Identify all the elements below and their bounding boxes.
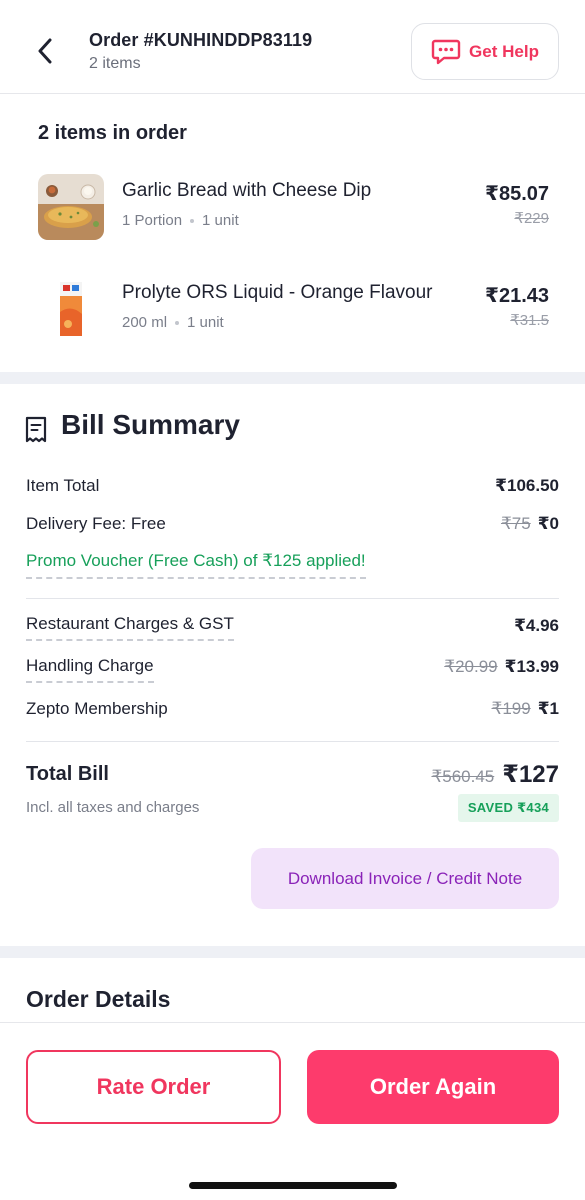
separator-dot (175, 321, 180, 326)
delivery-fee-value: ₹75 ₹0 (501, 514, 559, 534)
total-bill-original: ₹560.45 (431, 767, 495, 786)
item-name: Prolyte ORS Liquid - Orange Flavour (122, 282, 433, 303)
item-price: ₹85.07 (485, 183, 549, 205)
handling-charge-final: ₹13.99 (504, 657, 559, 676)
bottom-action-bar: Rate Order Order Again (0, 1022, 585, 1200)
item-total-value: ₹106.50 (495, 476, 559, 495)
item-mrp: ₹31.5 (510, 312, 549, 329)
total-bill-label: Total Bill (26, 763, 109, 785)
item-price: ₹21.43 (485, 285, 549, 307)
section-divider (0, 372, 585, 384)
divider (26, 741, 559, 742)
separator-dot (190, 219, 195, 224)
item-units: 1 unit (202, 212, 239, 229)
back-button[interactable] (30, 36, 60, 66)
promo-voucher-text[interactable]: Promo Voucher (Free Cash) of ₹125 applie… (26, 551, 366, 579)
order-again-button[interactable]: Order Again (307, 1050, 559, 1124)
item-units: 1 unit (187, 314, 224, 331)
item-quantity: 1 Portion (122, 212, 183, 229)
delivery-fee-final: ₹0 (537, 514, 559, 533)
item-total-label: Item Total (26, 476, 100, 495)
restaurant-charges-label[interactable]: Restaurant Charges & GST (26, 614, 234, 641)
back-arrow-icon (38, 38, 52, 64)
membership-label: Zepto Membership (26, 699, 168, 718)
delivery-fee-label: Delivery Fee: Free (26, 514, 166, 533)
membership-final: ₹1 (537, 699, 559, 718)
prolyte-ors-image (38, 276, 104, 342)
total-bill-value: ₹560.45 ₹127 (431, 760, 559, 789)
item-quantity: 200 ml (122, 314, 168, 331)
receipt-icon (25, 416, 47, 443)
bill-summary-title: Bill Summary (61, 409, 240, 440)
download-invoice-button[interactable]: Download Invoice / Credit Note (251, 848, 559, 909)
home-indicator[interactable] (189, 1182, 397, 1189)
header: Order #KUNHINDDP83119 2 items Get Help (0, 0, 585, 94)
section-divider (0, 946, 585, 958)
handling-charge-label[interactable]: Handling Charge (26, 656, 154, 683)
order-item: Garlic Bread with Cheese Dip 1 Portion 1 … (38, 174, 558, 244)
membership-original: ₹199 (491, 699, 531, 718)
handling-charge-original: ₹20.99 (444, 657, 498, 676)
item-meta: 200 ml 1 unit (122, 314, 224, 331)
order-item-count: 2 items (89, 55, 141, 72)
rate-order-button[interactable]: Rate Order (26, 1050, 281, 1124)
get-help-label: Get Help (469, 41, 539, 61)
saved-badge: SAVED ₹434 (457, 794, 559, 822)
restaurant-charges-value: ₹4.96 (514, 616, 559, 635)
membership-value: ₹199 ₹1 (492, 699, 559, 719)
item-mrp: ₹229 (514, 210, 549, 227)
chat-help-icon (431, 39, 461, 64)
garlic-bread-image (38, 174, 104, 240)
order-number: Order #KUNHINDDP83119 (89, 30, 313, 50)
divider (26, 598, 559, 599)
get-help-button[interactable]: Get Help (411, 23, 559, 80)
order-item: Prolyte ORS Liquid - Orange Flavour 200 … (38, 276, 558, 346)
total-bill-final: ₹127 (502, 761, 559, 788)
items-section-title: 2 items in order (38, 122, 187, 144)
delivery-fee-original: ₹75 (500, 514, 531, 533)
handling-charge-value: ₹20.99 ₹13.99 (444, 657, 559, 677)
order-details-title: Order Details (26, 986, 171, 1012)
item-meta: 1 Portion 1 unit (122, 212, 239, 229)
item-name: Garlic Bread with Cheese Dip (122, 180, 372, 201)
total-bill-subtext: Incl. all taxes and charges (26, 799, 200, 816)
